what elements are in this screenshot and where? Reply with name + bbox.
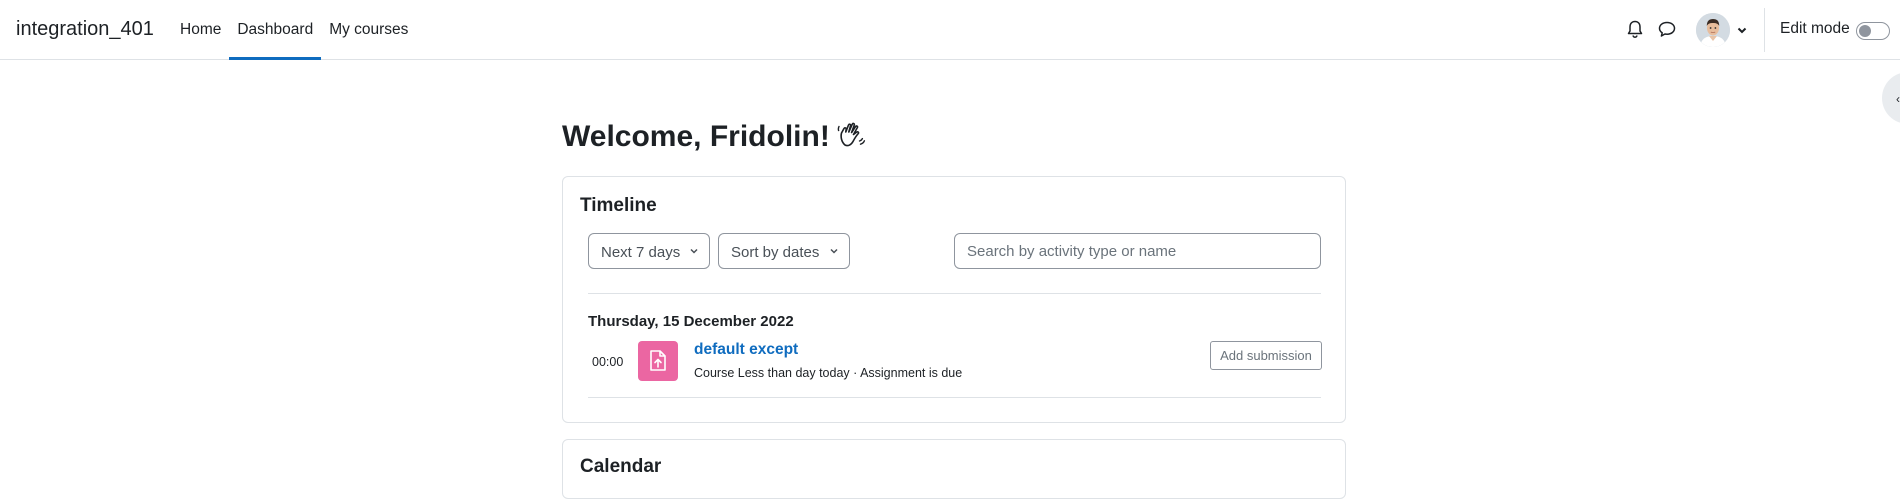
timeline-block: Timeline Next 7 days Sort by dates Thurs… — [562, 176, 1346, 423]
chevron-down-icon[interactable] — [1736, 23, 1748, 35]
event-activity-link[interactable]: default except — [694, 341, 798, 359]
timeline-filter-dropdown[interactable]: Next 7 days — [588, 233, 710, 269]
site-brand[interactable]: integration_401 — [16, 18, 154, 41]
add-submission-button[interactable]: Add submission — [1210, 341, 1322, 370]
toggle-knob — [1859, 25, 1871, 37]
timeline-search-input[interactable] — [954, 233, 1321, 269]
nav-home[interactable]: Home — [172, 0, 229, 60]
timeline-sort-dropdown[interactable]: Sort by dates — [718, 233, 850, 269]
edit-mode-toggle[interactable] — [1856, 22, 1890, 40]
page-title: Welcome, Fridolin! — [562, 120, 866, 158]
nav-dashboard[interactable]: Dashboard — [229, 0, 322, 60]
timeline-date-heading: Thursday, 15 December 2022 — [588, 313, 794, 330]
calendar-block: Calendar — [562, 439, 1346, 499]
header-divider — [1764, 8, 1765, 52]
timeline-divider-bottom — [588, 397, 1321, 398]
chevron-down-icon — [830, 234, 838, 254]
chevron-down-icon — [690, 234, 698, 254]
block-drawer-toggle[interactable]: ‹ — [1882, 72, 1900, 124]
event-meta: Course Less than day today · Assignment … — [694, 366, 963, 380]
chat-icon[interactable] — [1656, 18, 1678, 40]
calendar-title: Calendar — [580, 456, 662, 477]
timeline-title: Timeline — [580, 195, 657, 216]
welcome-text: Welcome, Fridolin! — [562, 120, 830, 153]
filter-label: Next 7 days — [601, 244, 681, 261]
assignment-icon — [638, 341, 678, 381]
waving-hand-icon — [836, 120, 866, 158]
edit-mode-label: Edit mode — [1780, 20, 1850, 37]
event-time: 00:00 — [592, 355, 624, 369]
primary-navigation: Home Dashboard My courses — [172, 0, 416, 60]
top-navbar: integration_401 Home Dashboard My course… — [0, 0, 1900, 60]
nav-my-courses[interactable]: My courses — [321, 0, 416, 60]
sort-label: Sort by dates — [731, 244, 820, 261]
chevron-left-icon: ‹ — [1896, 92, 1900, 106]
timeline-divider-top — [588, 293, 1321, 294]
user-avatar[interactable] — [1696, 13, 1730, 47]
bell-icon[interactable] — [1624, 18, 1646, 40]
